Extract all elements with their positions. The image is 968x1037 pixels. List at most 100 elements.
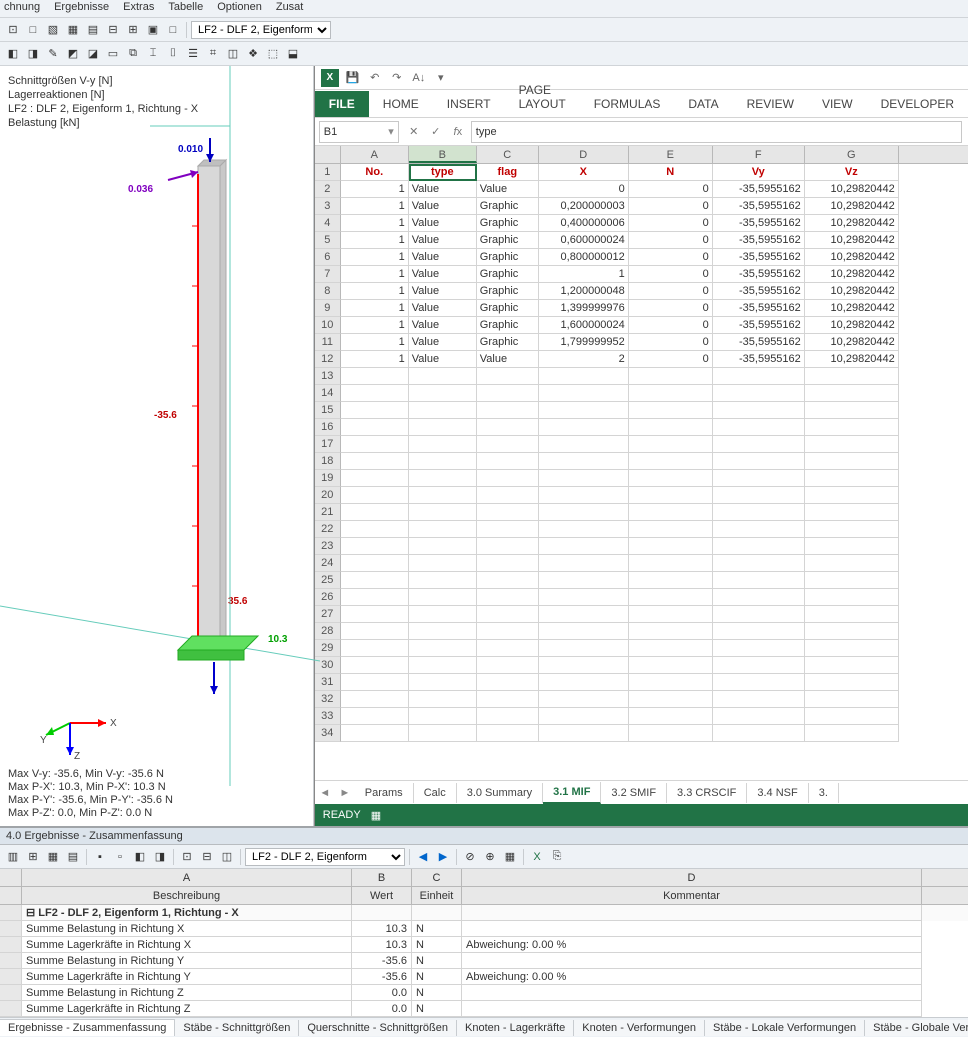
tb-icon[interactable]: ⊕ xyxy=(481,848,499,866)
cell[interactable] xyxy=(539,385,629,402)
eng-menubar[interactable]: chnungErgebnisseExtrasTabelleOptionenZus… xyxy=(0,0,968,18)
cell[interactable] xyxy=(713,436,805,453)
cell[interactable] xyxy=(713,572,805,589)
cell[interactable] xyxy=(341,708,409,725)
cell[interactable]: 10,29820442 xyxy=(805,300,899,317)
cell[interactable]: 1 xyxy=(341,181,409,198)
col-header[interactable]: A xyxy=(341,146,409,163)
cell[interactable]: Graphic xyxy=(477,249,539,266)
spreadsheet-grid[interactable]: A B C D E F G 1No.typeflagXNVyVz21ValueV… xyxy=(315,146,968,780)
cell[interactable] xyxy=(805,589,899,606)
sheet-tab[interactable]: Params xyxy=(355,783,414,803)
result-cell[interactable] xyxy=(462,1001,922,1017)
cell[interactable] xyxy=(409,606,477,623)
result-cell[interactable]: Summe Lagerkräfte in Richtung Y xyxy=(22,969,352,985)
result-cell[interactable]: N xyxy=(412,921,462,937)
cell[interactable] xyxy=(539,691,629,708)
cell[interactable] xyxy=(805,402,899,419)
excel-window[interactable]: X 💾 ↶ ↷ A↓ ▾ FILEHOMEINSERTPAGE LAYOUTFO… xyxy=(314,66,968,826)
toolbar-icon[interactable]: ✎ xyxy=(44,45,62,63)
toolbar-icon[interactable]: ⊟ xyxy=(104,21,122,39)
toolbar-icon[interactable]: ⌗ xyxy=(204,45,222,63)
results-panel[interactable]: 4.0 Ergebnisse - Zusammenfassung ▥ ⊞ ▦ ▤… xyxy=(0,826,968,1037)
fx-icon[interactable]: fx xyxy=(447,121,469,143)
cell[interactable] xyxy=(477,572,539,589)
cell[interactable] xyxy=(539,606,629,623)
cell[interactable] xyxy=(713,691,805,708)
cell[interactable] xyxy=(629,691,713,708)
cell[interactable]: 0 xyxy=(629,300,713,317)
result-cell[interactable] xyxy=(352,905,412,921)
result-cell[interactable]: ⊟ LF2 - DLF 2, Eigenform 1, Richtung - X xyxy=(22,905,352,921)
cell[interactable]: 1,799999952 xyxy=(539,334,629,351)
cell[interactable]: 1 xyxy=(341,215,409,232)
eng-menu-item[interactable]: Ergebnisse xyxy=(54,1,109,16)
cell[interactable] xyxy=(341,402,409,419)
cell[interactable] xyxy=(713,725,805,742)
cell[interactable]: 0 xyxy=(629,351,713,368)
tb-icon[interactable]: ▤ xyxy=(64,848,82,866)
toolbar-icon[interactable]: ⧉ xyxy=(124,45,142,63)
cell[interactable] xyxy=(477,419,539,436)
cell[interactable] xyxy=(713,674,805,691)
result-cell[interactable]: N xyxy=(412,953,462,969)
sort-icon[interactable]: A↓ xyxy=(411,70,427,86)
cell[interactable]: -35,5955162 xyxy=(713,283,805,300)
cell[interactable]: flag xyxy=(477,164,539,181)
save-icon[interactable]: 💾 xyxy=(345,70,361,86)
formula-bar[interactable]: type xyxy=(471,121,962,143)
excel-export-icon[interactable]: X xyxy=(528,848,546,866)
formula-bar-row[interactable]: B1 ▾ ✕ ✓ fx type xyxy=(315,118,968,146)
cell[interactable] xyxy=(539,368,629,385)
result-cell[interactable]: 10.3 xyxy=(352,937,412,953)
ribbon-tab[interactable]: FILE xyxy=(315,91,369,117)
cell[interactable] xyxy=(805,504,899,521)
cell[interactable] xyxy=(629,623,713,640)
cell[interactable]: 0,600000024 xyxy=(539,232,629,249)
cell[interactable]: 1 xyxy=(341,334,409,351)
cell[interactable]: Graphic xyxy=(477,198,539,215)
ribbon-tab[interactable]: REVIEW xyxy=(733,91,808,117)
sheet-tab[interactable]: 3.0 Summary xyxy=(457,783,543,803)
cell[interactable] xyxy=(629,453,713,470)
sheet-tab[interactable]: 3.3 CRSCIF xyxy=(667,783,747,803)
cell[interactable]: X xyxy=(539,164,629,181)
toolbar-icon[interactable]: □ xyxy=(164,21,182,39)
toolbar-icon[interactable]: ▭ xyxy=(104,45,122,63)
cell[interactable] xyxy=(805,657,899,674)
cell[interactable] xyxy=(629,419,713,436)
cell[interactable]: 0 xyxy=(629,317,713,334)
sheet-tabs[interactable]: ◄ ► ParamsCalc3.0 Summary3.1 MIF3.2 SMIF… xyxy=(315,780,968,804)
col-header[interactable]: F xyxy=(713,146,805,163)
eng-menu-item[interactable]: Zusat xyxy=(276,1,304,16)
cell[interactable]: 0 xyxy=(629,215,713,232)
cell[interactable] xyxy=(539,436,629,453)
col-letter[interactable]: A xyxy=(22,869,352,886)
cell[interactable] xyxy=(341,657,409,674)
cell[interactable]: 1,399999976 xyxy=(539,300,629,317)
cell[interactable] xyxy=(805,555,899,572)
cell[interactable]: -35,5955162 xyxy=(713,215,805,232)
cell[interactable]: Value xyxy=(409,181,477,198)
cell[interactable] xyxy=(629,606,713,623)
results-bottom-tabs[interactable]: Ergebnisse - ZusammenfassungStäbe - Schn… xyxy=(0,1017,968,1037)
cell[interactable]: Graphic xyxy=(477,300,539,317)
cell[interactable] xyxy=(629,674,713,691)
cell[interactable] xyxy=(629,385,713,402)
cell[interactable] xyxy=(805,606,899,623)
cell[interactable] xyxy=(341,453,409,470)
result-cell[interactable]: Abweichung: 0.00 % xyxy=(462,937,922,953)
cell[interactable] xyxy=(539,538,629,555)
ribbon-tabs[interactable]: FILEHOMEINSERTPAGE LAYOUTFORMULASDATAREV… xyxy=(315,90,968,118)
result-cell[interactable]: N xyxy=(412,937,462,953)
cell[interactable] xyxy=(629,487,713,504)
result-cell[interactable]: -35.6 xyxy=(352,953,412,969)
result-cell[interactable]: 0.0 xyxy=(352,985,412,1001)
toolbar-icon[interactable]: ◧ xyxy=(4,45,22,63)
col-header[interactable]: G xyxy=(805,146,899,163)
cell[interactable] xyxy=(805,538,899,555)
result-cell[interactable]: Summe Belastung in Richtung Z xyxy=(22,985,352,1001)
cell[interactable] xyxy=(477,436,539,453)
tb-icon[interactable]: ⊘ xyxy=(461,848,479,866)
cell[interactable] xyxy=(477,504,539,521)
